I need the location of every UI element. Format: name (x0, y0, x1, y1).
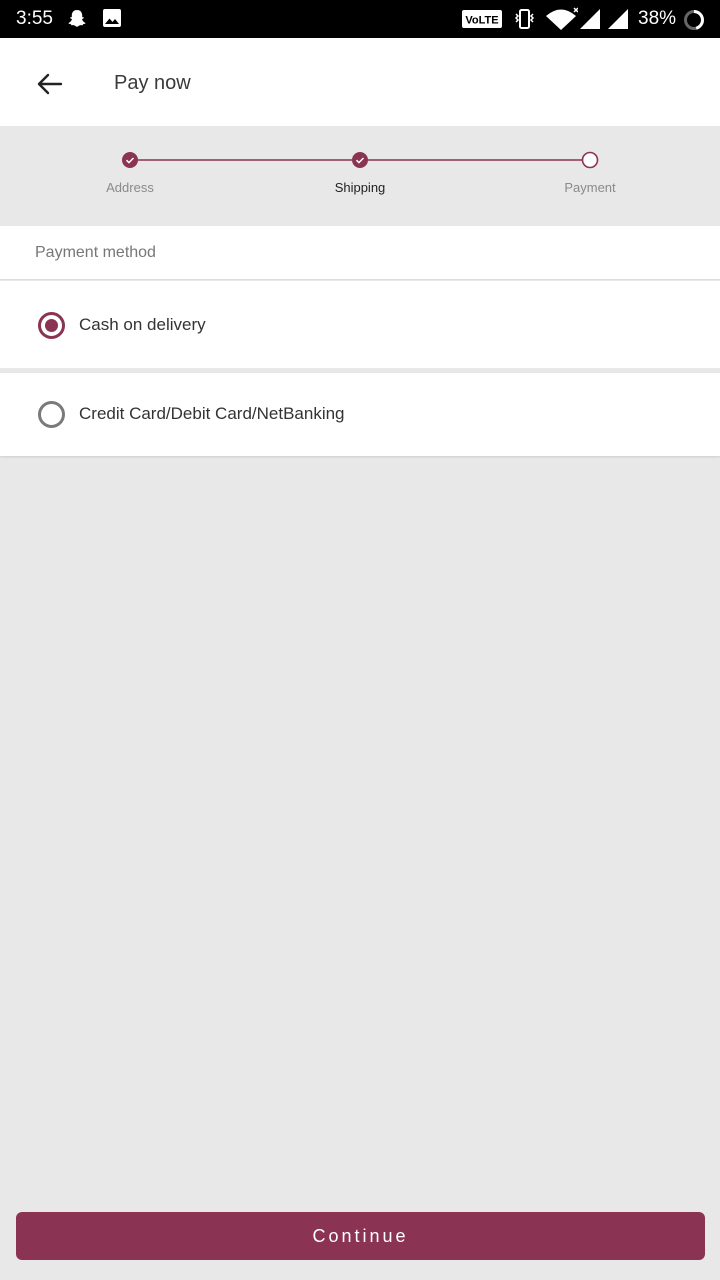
radio-checked-icon[interactable] (38, 312, 65, 339)
wifi-icon (544, 6, 579, 37)
snapchat-icon (66, 8, 88, 35)
volte-label: VoLTE (465, 15, 498, 27)
vibrate-icon (512, 8, 536, 35)
payment-option-cod[interactable]: Cash on delivery (0, 281, 720, 368)
step-address-check-icon (122, 152, 138, 168)
section-title: Payment method (35, 244, 156, 261)
image-icon (102, 8, 122, 33)
payment-method-header: Payment method (0, 226, 720, 280)
back-button[interactable] (26, 60, 74, 108)
step-label-address: Address (106, 180, 154, 195)
payment-option-label: Cash on delivery (79, 315, 206, 334)
battery-percent: 38% (638, 8, 677, 29)
radio-unchecked-icon[interactable] (38, 401, 65, 428)
page-title: Pay now (114, 72, 191, 94)
stepper-track (122, 151, 599, 169)
signal-icon (578, 8, 602, 35)
signal-icon (606, 8, 630, 35)
arrow-left-icon (37, 73, 63, 95)
step-shipping-check-icon (352, 152, 368, 168)
payment-option-card[interactable]: Credit Card/Debit Card/NetBanking (0, 373, 720, 456)
continue-button[interactable]: Continue (16, 1212, 705, 1260)
payment-option-label: Credit Card/Debit Card/NetBanking (79, 404, 345, 423)
checkout-stepper: Address Shipping Payment (0, 126, 720, 226)
status-bar: 3:55 VoLTE 38% (0, 0, 720, 38)
step-label-shipping: Shipping (334, 180, 386, 195)
battery-icon (682, 8, 706, 37)
volte-icon: VoLTE (461, 9, 503, 34)
step-label-payment: Payment (564, 180, 616, 195)
app-bar: Pay now (0, 38, 720, 126)
status-time: 3:55 (16, 8, 53, 29)
step-payment-circle-icon (581, 151, 599, 169)
